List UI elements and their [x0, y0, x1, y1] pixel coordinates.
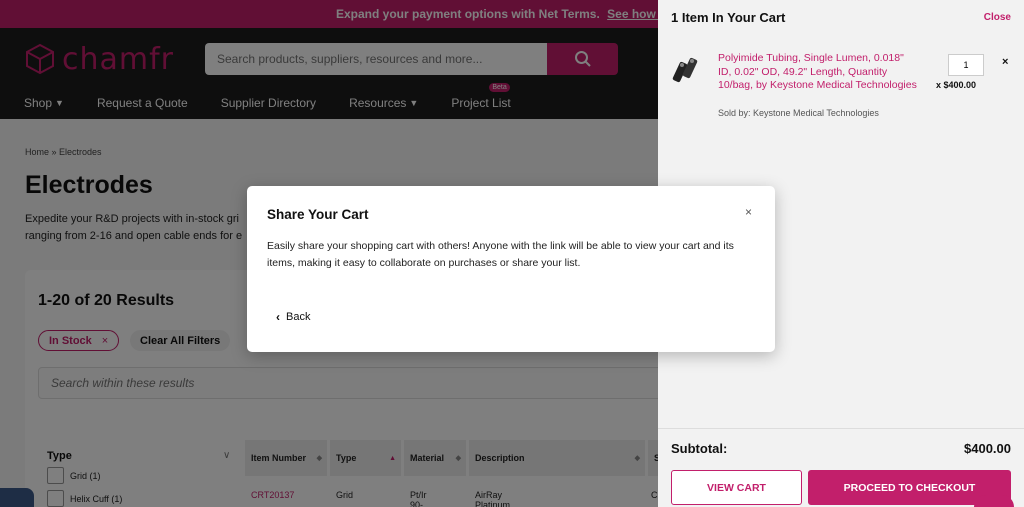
back-button[interactable]: ‹ Back	[276, 310, 310, 324]
chevron-left-icon: ‹	[276, 310, 280, 324]
share-cart-modal: Share Your Cart × Easily share your shop…	[247, 186, 775, 352]
quantity-input[interactable]	[948, 54, 984, 76]
cart-footer: Subtotal: $400.00 VIEW CART PROCEED TO C…	[658, 428, 1024, 507]
product-image[interactable]	[672, 54, 702, 84]
subtotal-label: Subtotal:	[671, 441, 728, 456]
modal-body: Easily share your shopping cart with oth…	[267, 240, 734, 269]
close-icon[interactable]: ×	[745, 205, 752, 219]
chat-icon[interactable]	[974, 495, 1014, 507]
cart-title: 1 Item In Your Cart	[671, 10, 786, 25]
view-cart-button[interactable]: VIEW CART	[671, 470, 802, 505]
sold-by: Sold by: Keystone Medical Technologies	[718, 108, 879, 118]
cart-close-button[interactable]: Close	[984, 12, 1011, 23]
modal-title: Share Your Cart	[267, 207, 369, 222]
close-icon[interactable]: ×	[1002, 56, 1008, 68]
cart-item: Polyimide Tubing, Single Lumen, 0.018" I…	[658, 44, 1024, 130]
back-label: Back	[286, 311, 311, 323]
subtotal-value: $400.00	[964, 441, 1011, 456]
product-name-link[interactable]: Polyimide Tubing, Single Lumen, 0.018" I…	[718, 52, 918, 93]
item-price: x $400.00	[936, 80, 977, 90]
